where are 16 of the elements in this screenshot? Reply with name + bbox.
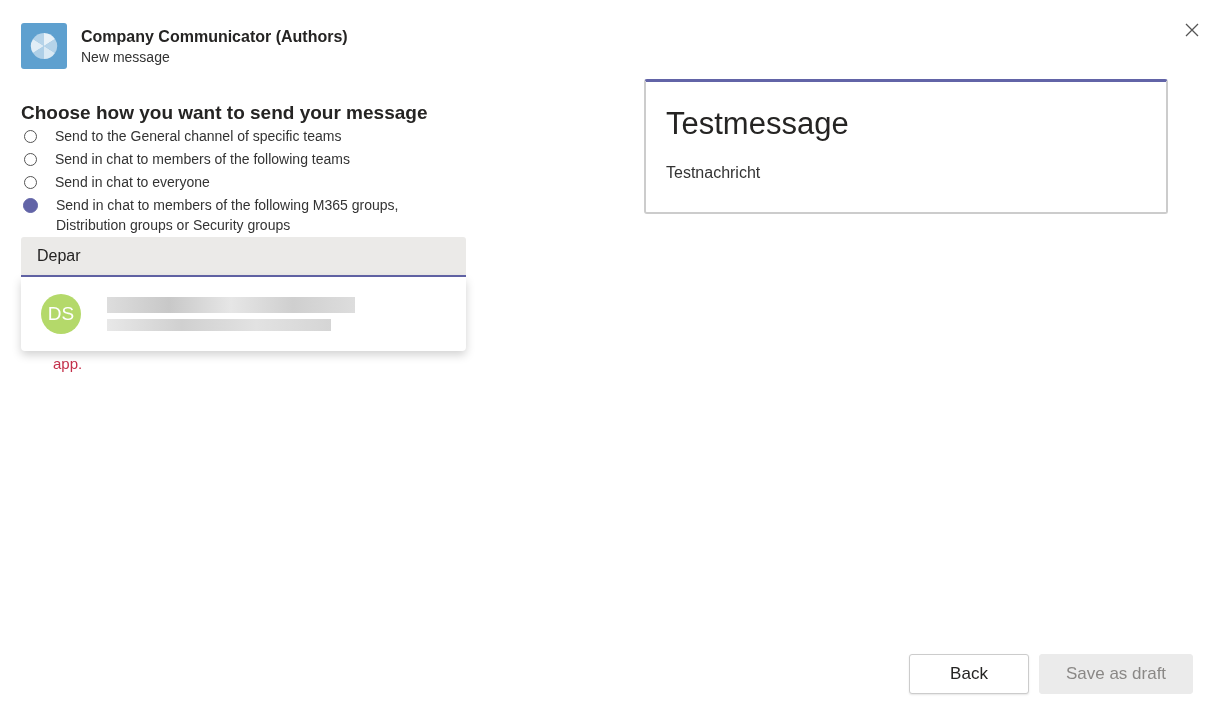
preview-body: Testnachricht: [666, 164, 762, 182]
option-label: Send in chat to members of the following teams: [55, 150, 350, 169]
error-message: app.: [53, 355, 83, 372]
search-field[interactable]: Depar: [21, 237, 466, 277]
close-icon[interactable]: [1185, 23, 1199, 37]
preview-title: Testmessage: [666, 106, 850, 142]
app-title: Company Communicator (Authors): [81, 27, 348, 46]
option-label: Send in chat to everyone: [55, 173, 210, 192]
section-heading: Choose how you want to send your message: [21, 102, 429, 124]
radio-button[interactable]: [23, 198, 38, 213]
avatar-initials: DS: [41, 294, 81, 334]
option-label: Send to the General channel of specific teams: [55, 127, 342, 146]
action-button[interactable]: Back: [909, 654, 1029, 694]
option-label: Send in chat to members of the following M365 groups, Distribution groups or Security groups: [56, 196, 400, 235]
page-subtitle: New message: [81, 48, 171, 65]
app-logo-icon: [21, 23, 67, 69]
